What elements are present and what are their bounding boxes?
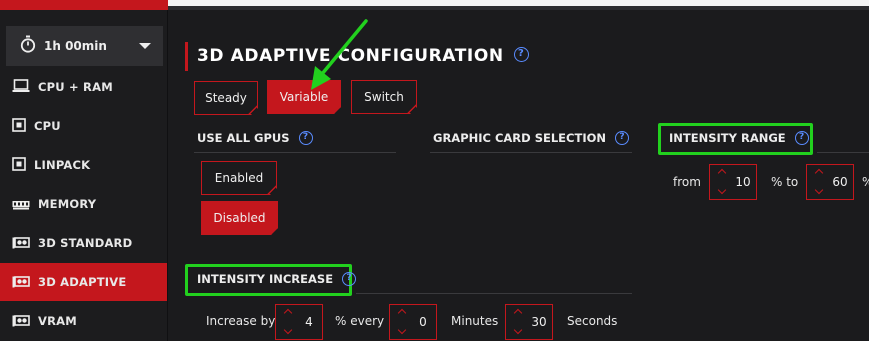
sidebar-item-label: 3D STANDARD <box>38 236 133 250</box>
gpu-icon <box>12 312 30 331</box>
memory-icon <box>12 195 30 214</box>
mode-switch-button[interactable]: Switch <box>351 80 417 114</box>
section-divider <box>430 152 632 153</box>
title-accent-bar <box>185 42 188 71</box>
help-icon[interactable]: ? <box>298 131 313 145</box>
chevron-down-icon[interactable] <box>814 185 824 195</box>
use-all-gpus-disabled-button[interactable]: Disabled <box>201 201 278 235</box>
help-icon[interactable]: ? <box>342 272 357 286</box>
sidebar-item-label: CPU <box>34 119 61 133</box>
mode-steady-button[interactable]: Steady <box>194 81 258 115</box>
top-strip <box>0 0 869 10</box>
chevron-down-icon <box>139 43 151 49</box>
chevron-up-icon[interactable] <box>717 168 727 178</box>
use-all-gpus-label: USE ALL GPUS? <box>197 131 313 145</box>
use-all-gpus-label-text: USE ALL GPUS <box>197 131 290 145</box>
help-icon[interactable]: ? <box>513 46 529 62</box>
sidebar-item-label: 3D ADAPTIVE <box>38 275 127 289</box>
increase-value-stepper[interactable]: 4 <box>275 304 323 340</box>
increase-by-label: Increase by <box>206 314 276 328</box>
chevron-up-icon[interactable] <box>283 308 293 318</box>
to-label: % to <box>771 175 799 189</box>
help-icon[interactable]: ? <box>794 131 809 145</box>
chevron-down-icon[interactable] <box>397 325 407 335</box>
from-label: from <box>673 175 701 189</box>
chevron-down-icon[interactable] <box>283 325 293 335</box>
sidebar-item-label: VRAM <box>38 314 77 328</box>
minutes-label: Minutes <box>451 314 499 328</box>
intensity-to-value: 60 <box>832 175 848 189</box>
section-divider <box>194 152 396 153</box>
sidebar-item-3d-standard[interactable]: 3D STANDARD <box>0 224 168 262</box>
use-all-gpus-enabled-button[interactable]: Enabled <box>201 161 277 195</box>
chevron-down-icon[interactable] <box>717 185 727 195</box>
sidebar-item-linpack[interactable]: LINPACK <box>0 146 168 184</box>
sidebar-item-cpu-ram[interactable]: CPU + RAM <box>0 68 168 106</box>
intensity-increase-label-text: INTENSITY INCREASE <box>197 272 334 286</box>
chip-icon <box>12 117 26 136</box>
graphic-card-selection-label-text: GRAPHIC CARD SELECTION <box>433 131 606 145</box>
sidebar-item-3d-adaptive[interactable]: 3D ADAPTIVE <box>0 263 168 301</box>
sidebar-item-label: CPU + RAM <box>38 80 113 94</box>
minutes-value: 0 <box>419 315 427 329</box>
seconds-stepper[interactable]: 30 <box>505 304 553 340</box>
intensity-from-stepper[interactable]: 10 <box>709 164 757 200</box>
laptop-icon <box>12 78 30 97</box>
sidebar-item-cpu[interactable]: CPU <box>0 107 168 145</box>
seconds-value: 30 <box>531 315 547 329</box>
gpu-icon <box>12 273 30 292</box>
minutes-stepper[interactable]: 0 <box>389 304 437 340</box>
app-window: 1h 00min CPU + RAM CPU LINPACK MEMORY 3D… <box>0 0 869 341</box>
chevron-up-icon[interactable] <box>513 308 523 318</box>
page-title: 3D ADAPTIVE CONFIGURATION? <box>197 46 529 66</box>
graphic-card-selection-label: GRAPHIC CARD SELECTION? <box>433 131 629 145</box>
section-divider <box>356 293 632 294</box>
duration-value: 1h 00min <box>44 39 107 53</box>
seconds-label: Seconds <box>567 314 618 328</box>
chevron-up-icon[interactable] <box>397 308 407 318</box>
intensity-from-value: 10 <box>735 175 751 189</box>
page-title-text: 3D ADAPTIVE CONFIGURATION <box>197 46 504 66</box>
chevron-up-icon[interactable] <box>814 168 824 178</box>
sidebar-item-label: LINPACK <box>34 158 91 172</box>
help-icon[interactable]: ? <box>615 131 629 145</box>
increase-value: 4 <box>305 315 313 329</box>
stopwatch-icon <box>20 35 36 57</box>
sidebar-item-memory[interactable]: MEMORY <box>0 185 168 223</box>
intensity-to-stepper[interactable]: 60 <box>806 164 854 200</box>
duration-dropdown[interactable]: 1h 00min <box>6 26 163 66</box>
top-accent-bar <box>0 0 168 10</box>
every-label: % every <box>335 314 385 328</box>
intensity-increase-label: INTENSITY INCREASE? <box>197 272 357 286</box>
mode-variable-button[interactable]: Variable <box>267 80 341 114</box>
percent-label: % <box>862 175 869 189</box>
section-divider <box>817 152 869 153</box>
sidebar-item-label: MEMORY <box>38 197 97 211</box>
gpu-icon <box>12 234 30 253</box>
chip-icon <box>12 156 26 175</box>
sidebar: 1h 00min CPU + RAM CPU LINPACK MEMORY 3D… <box>0 10 168 341</box>
intensity-range-label-text: INTENSITY RANGE <box>669 131 786 145</box>
main-panel: 3D ADAPTIVE CONFIGURATION? Steady Variab… <box>168 10 869 341</box>
chevron-down-icon[interactable] <box>513 325 523 335</box>
intensity-range-label: INTENSITY RANGE? <box>669 131 809 145</box>
sidebar-item-vram[interactable]: VRAM <box>0 302 168 340</box>
